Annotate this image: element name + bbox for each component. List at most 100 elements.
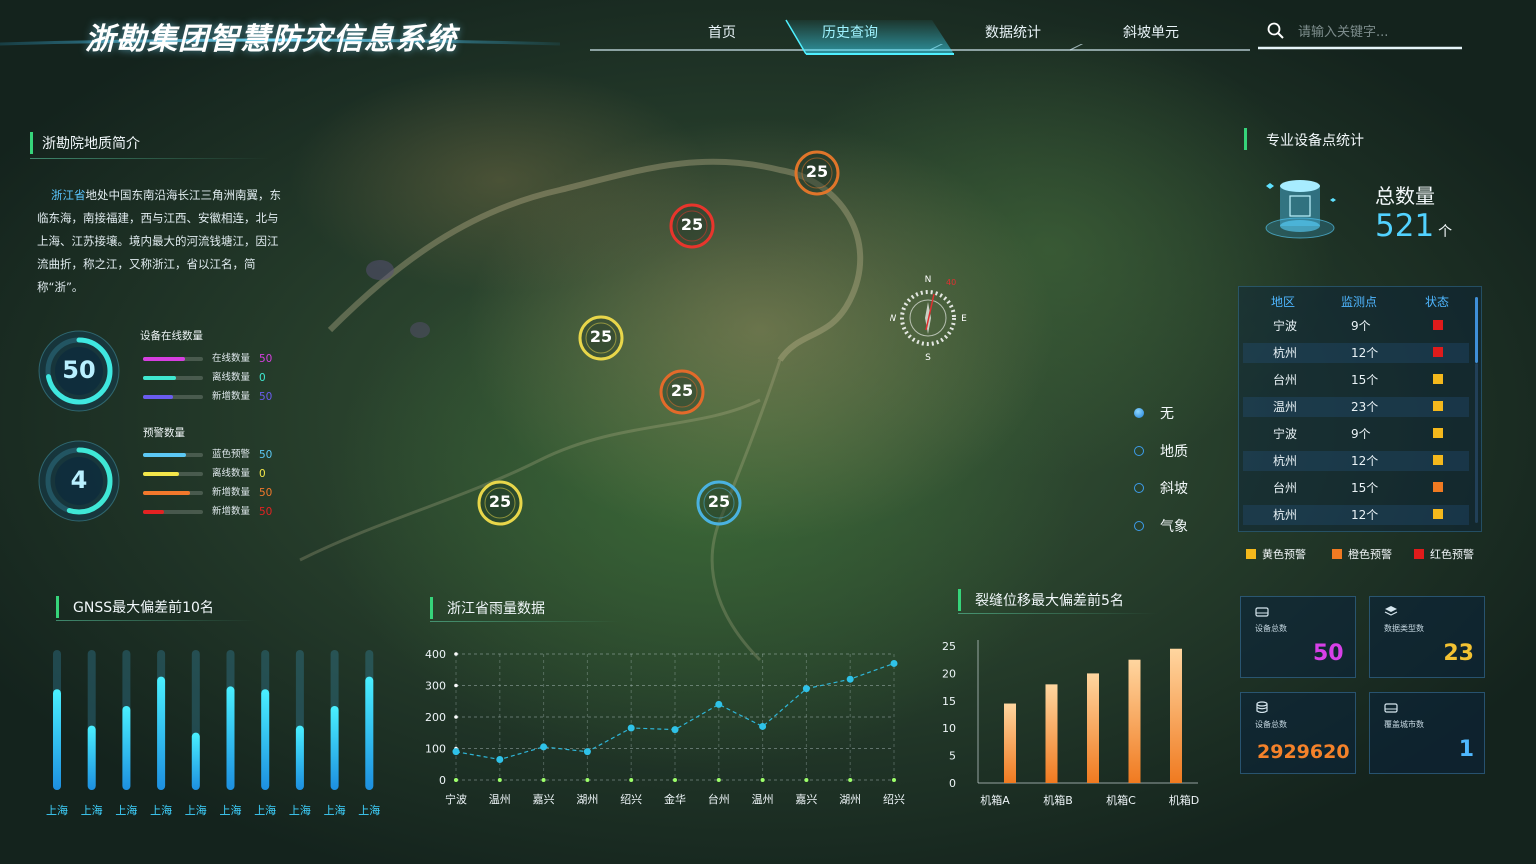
gnss-title-underline [56, 620, 256, 621]
crack-bar [1128, 659, 1141, 783]
crack-y-tick-label: 15 [942, 695, 956, 708]
page-title: 浙勘集团智慧防灾信息系统 [85, 22, 457, 57]
tab-data-statistics[interactable]: 数据统计 [972, 20, 1054, 50]
map-marker-value: 25 [680, 215, 704, 234]
intro-highlight: 浙江省 [51, 188, 86, 202]
table-scrollbar-track [1475, 363, 1478, 523]
table-cell-count: 15个 [1351, 373, 1379, 387]
rain-x-tick [892, 778, 896, 782]
table-cell-region: 温州 [1273, 400, 1298, 414]
rain-x-tick [673, 778, 677, 782]
hard-drive-icon [1384, 703, 1398, 713]
legend-swatch [1246, 549, 1256, 559]
search-underline-decoration [1258, 46, 1462, 50]
crack-y-tick-label: 5 [949, 750, 956, 763]
gnss-title-bar [56, 596, 59, 618]
stat-card: 覆盖城市数 1 [1369, 692, 1485, 774]
table-cell-region: 宁波 [1273, 427, 1298, 441]
equipment-section-title: 专业设备点统计 [1266, 133, 1364, 149]
tab-home[interactable]: 首页 [690, 20, 754, 50]
gnss-tick-label: 上海 [289, 803, 311, 817]
gnss-tick-label: 上海 [46, 803, 68, 817]
intro-text: 地处中国东南沿海长江三角洲南翼，东临东海，南接福建，西与江西、安徽相连，北与上海… [37, 188, 281, 294]
legend-row: 蓝色预警 50 [143, 446, 283, 464]
table-header-count: 监测点 [1341, 295, 1378, 309]
legend-bar-track [143, 491, 203, 495]
layer-radio[interactable] [1134, 408, 1144, 418]
stat-card-label: 数据类型数 [1384, 624, 1424, 633]
total-count-value: 521 个 [1375, 208, 1452, 244]
legend-row: 新增数量 50 [143, 388, 283, 406]
tab-slope-unit[interactable]: 斜坡单元 [1110, 20, 1192, 50]
equipment-title-bar [1244, 128, 1247, 150]
hard-drive-icon [1255, 607, 1269, 617]
table-scrollbar[interactable] [1475, 297, 1478, 363]
layer-radio[interactable] [1134, 520, 1144, 531]
legend-label: 新增数量 [212, 391, 251, 402]
rain-data-point [759, 722, 767, 730]
top-header: 浙勘集团智慧防灾信息系统 首页 历史查询 数据统计 斜坡单元 [0, 0, 1536, 70]
warning-gauge-value: 4 [70, 466, 88, 494]
rain-x-tick-label: 台州 [708, 792, 730, 806]
search-input[interactable] [1296, 20, 1450, 44]
crack-bar [1045, 684, 1058, 783]
rain-data-point [540, 743, 548, 751]
crack-bar [1004, 703, 1016, 783]
crack-title-underline [958, 613, 1158, 614]
crack-bar-chart: 0 5 10 15 20 25 机箱A 机箱B 机箱C 机箱D [942, 640, 1199, 807]
legend-value: 50 [259, 353, 273, 365]
database-icon [1256, 701, 1268, 713]
legend-label: 蓝色预警 [212, 449, 251, 460]
legend-bar-track [143, 472, 203, 476]
layer-radio-label[interactable]: 无 [1160, 403, 1174, 423]
layer-radio[interactable] [1134, 483, 1144, 493]
legend-value: 50 [259, 391, 273, 403]
status-badge [1433, 509, 1443, 519]
rain-title-underline [430, 621, 620, 622]
gnss-tick-label: 上海 [324, 803, 346, 817]
table-header-region: 地区 [1271, 295, 1296, 309]
stat-card: 设备总数 2929620 [1240, 692, 1356, 774]
legend-label: 黄色预警 [1262, 548, 1306, 561]
online-title: 设备在线数量 [140, 330, 203, 342]
legend-bar-track [143, 453, 203, 457]
gnss-tick-label: 上海 [115, 803, 137, 817]
layer-radio-label[interactable]: 气象 [1160, 516, 1188, 536]
table-header-status: 状态 [1425, 295, 1450, 309]
crack-bar [1087, 673, 1099, 783]
table-cell-region: 台州 [1273, 481, 1298, 495]
rain-x-tick [629, 778, 634, 782]
legend-bar-track [143, 357, 203, 361]
stat-card-label: 设备总数 [1255, 720, 1287, 729]
crack-y-tick-label: 25 [942, 640, 956, 653]
gnss-bar [226, 686, 235, 790]
compass-icon: N S E W 40 [890, 275, 967, 362]
stat-card-value: 50 [1313, 641, 1344, 666]
rain-x-tick [760, 778, 765, 782]
search-icon[interactable] [1266, 21, 1286, 41]
legend-bar-fill [143, 376, 176, 380]
legend-bar-fill [143, 395, 173, 399]
layer-radio-label[interactable]: 地质 [1160, 441, 1188, 461]
crack-bar [1170, 648, 1182, 783]
status-badge [1433, 428, 1443, 438]
rain-title-bar [430, 597, 433, 619]
rain-x-tick-label: 湖州 [839, 793, 861, 806]
compass-south-label: S [925, 353, 931, 362]
layer-radio-label[interactable]: 斜坡 [1160, 478, 1188, 498]
layer-radio[interactable] [1134, 445, 1144, 456]
gnss-bar [365, 676, 374, 790]
stat-card-value: 1 [1458, 737, 1474, 762]
status-badge [1433, 401, 1443, 411]
table-cell-count: 12个 [1351, 508, 1379, 522]
gnss-tick-label: 上海 [220, 803, 242, 817]
legend-bar-fill [143, 453, 187, 457]
rain-x-tick [848, 778, 853, 782]
gnss-tick-label: 上海 [254, 803, 276, 817]
table-cell-region: 台州 [1273, 373, 1298, 387]
rain-x-tick [454, 778, 458, 782]
tab-history-query[interactable]: 历史查询 [810, 20, 890, 50]
legend-row: 新增数量 50 [143, 484, 283, 502]
rain-x-tick-label: 温州 [752, 793, 774, 806]
map-marker-value: 25 [488, 492, 512, 511]
